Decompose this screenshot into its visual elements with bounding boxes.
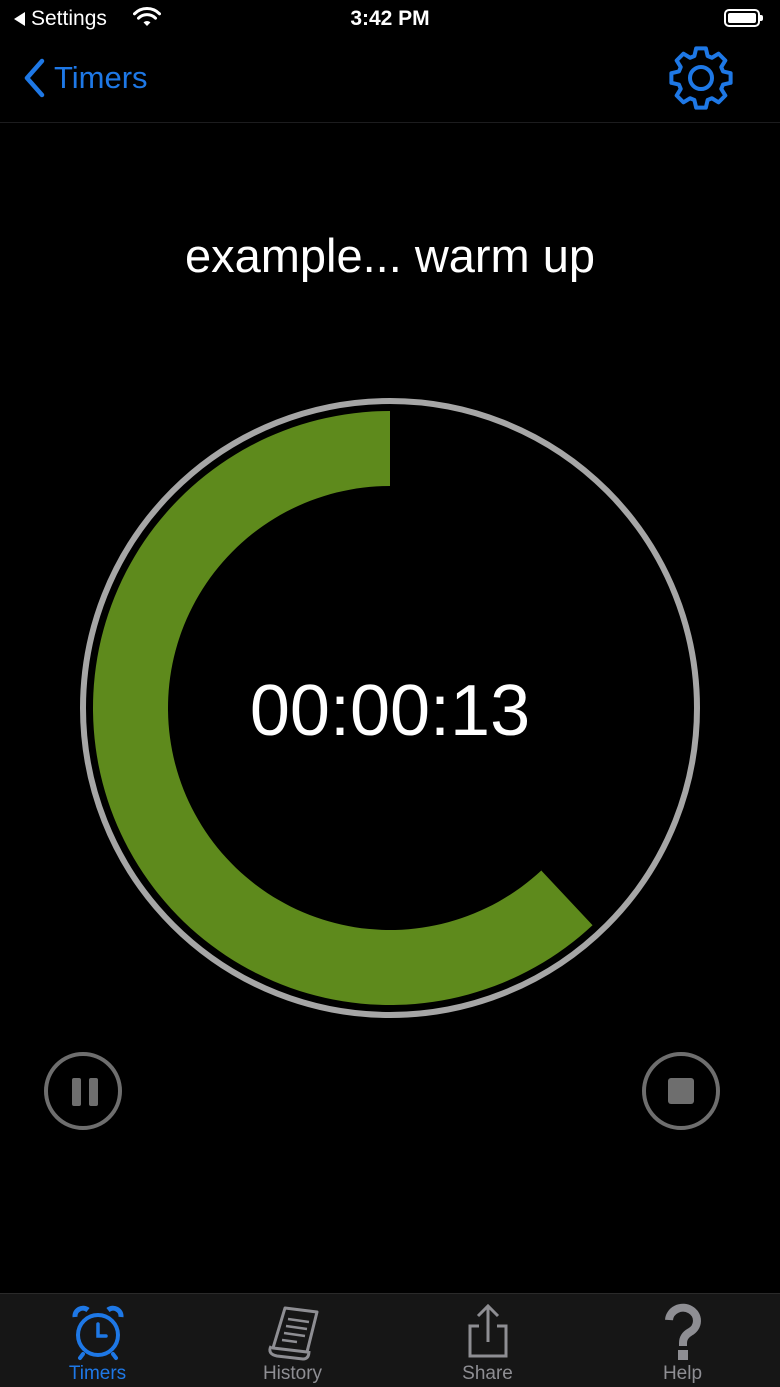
tab-history[interactable]: History [195, 1294, 390, 1387]
tab-timers[interactable]: Timers [0, 1294, 195, 1387]
alarm-clock-icon [72, 1305, 123, 1360]
battery-icon [724, 9, 763, 27]
chevron-left-icon [24, 58, 45, 98]
nav-bar: Timers [0, 40, 780, 123]
tab-label: Share [462, 1363, 513, 1384]
time-remaining: 00:00:13 [249, 671, 531, 751]
status-bar: Settings 3:42 PM [0, 0, 780, 40]
back-button[interactable]: Timers [22, 58, 148, 98]
gear-outline [669, 46, 733, 110]
pause-button[interactable] [44, 1052, 122, 1130]
gear-icon [669, 46, 733, 110]
history-list-icon [267, 1306, 318, 1361]
status-time: 3:42 PM [350, 7, 430, 30]
tab-bar: Timers History Share Help [0, 1293, 780, 1387]
tab-help[interactable]: Help [585, 1294, 780, 1387]
stop-button[interactable] [642, 1052, 720, 1130]
tab-label: Help [662, 1363, 703, 1384]
tab-label: History [262, 1363, 323, 1384]
back-button-label: Timers [54, 60, 148, 95]
settings-button[interactable] [667, 44, 735, 112]
tab-share[interactable]: Share [390, 1294, 585, 1387]
question-mark-icon [664, 1303, 701, 1360]
timer-name: example... warm up [184, 229, 596, 282]
gear-hub [688, 65, 714, 91]
share-icon [468, 1303, 507, 1358]
tab-label: Timers [68, 1363, 127, 1384]
stop-icon [668, 1078, 694, 1104]
